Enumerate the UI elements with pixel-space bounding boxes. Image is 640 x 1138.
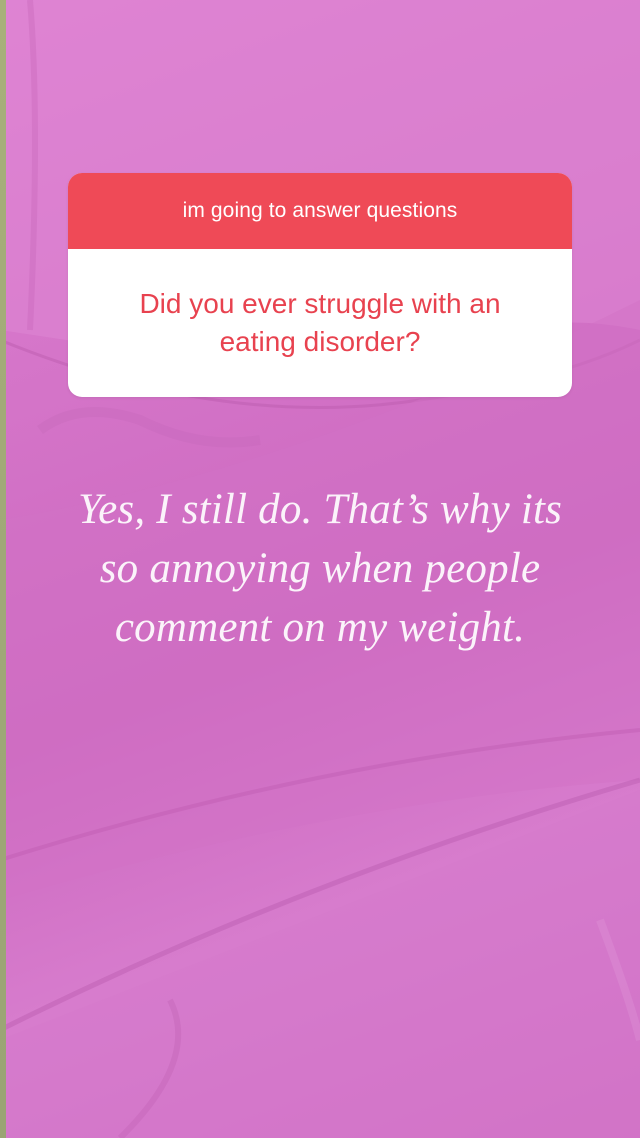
question-sticker-header: im going to answer questions — [68, 173, 572, 249]
answer-text: Yes, I still do. That’s why its so annoy… — [30, 480, 610, 657]
question-sticker-prompt: im going to answer questions — [182, 199, 458, 222]
answer-line: comment on my weight. — [114, 604, 526, 651]
question-sticker-body: Did you ever struggle with an eating dis… — [68, 249, 572, 397]
question-text: Did you ever struggle with an eating dis… — [139, 288, 501, 357]
answer-line: Yes, I still do. That’s why its — [77, 486, 563, 533]
edge-strip — [0, 0, 6, 1138]
answer-line: so annoying when people — [99, 545, 541, 592]
question-sticker[interactable]: im going to answer questions Did you eve… — [68, 173, 572, 397]
